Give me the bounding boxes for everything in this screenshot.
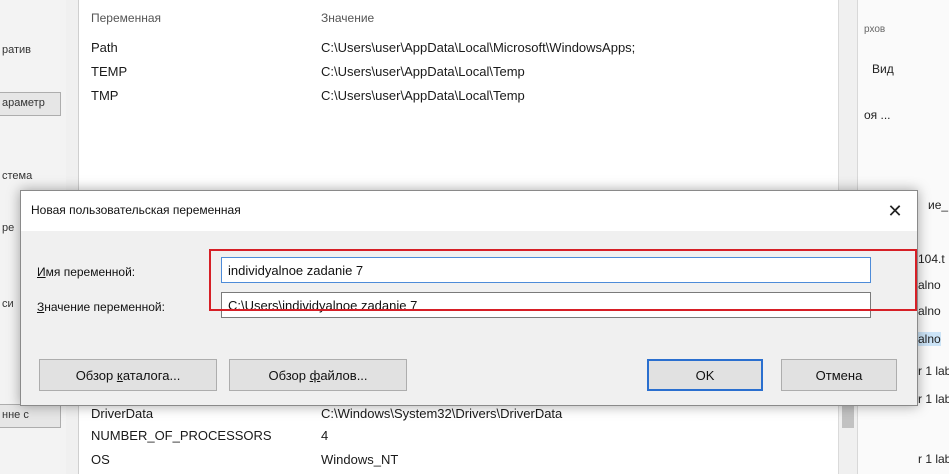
bg-left-button-fragment[interactable]: нне с (0, 404, 61, 428)
ok-button[interactable]: OK (647, 359, 763, 391)
bg-left-button-fragment[interactable]: араметр (0, 92, 61, 116)
column-header-variable[interactable]: Переменная (91, 8, 161, 28)
bg-right-fragment: ие_ (928, 198, 949, 212)
bg-right-fragment: оя ... (864, 108, 891, 122)
bg-right-fragment: r 1 labs (918, 452, 949, 466)
new-user-variable-dialog: Новая пользовательская переменная ✕ Имя … (20, 190, 918, 406)
close-icon[interactable]: ✕ (881, 197, 909, 225)
bg-right-fragment: alno (918, 332, 941, 346)
bg-left-fragment: ре (2, 222, 15, 234)
variable-value-input[interactable] (221, 292, 871, 318)
variable-name-input[interactable] (221, 257, 871, 283)
bg-left-fragment: стема (2, 170, 33, 182)
dialog-titlebar[interactable]: Новая пользовательская переменная ✕ (21, 191, 917, 231)
bg-right-fragment[interactable]: Вид (872, 62, 894, 76)
bg-right-fragment: r 1 labs (918, 392, 949, 406)
bg-right-fragment: рхов (864, 24, 886, 35)
bg-right-fragment: alno (918, 304, 941, 318)
bg-right-fragment: alno (918, 278, 941, 292)
bg-left-fragment: си (2, 298, 14, 310)
variable-value-label: Значение переменной: (37, 300, 165, 314)
dialog-title: Новая пользовательская переменная (31, 203, 241, 217)
cancel-button[interactable]: Отмена (781, 359, 897, 391)
column-header-value[interactable]: Значение (321, 8, 374, 28)
variable-name-label: Имя переменной: (37, 265, 136, 279)
browse-files-button[interactable]: Обзор файлов... (229, 359, 407, 391)
bg-right-fragment: 104.t (918, 252, 945, 266)
bg-left-fragment: ратив (2, 44, 32, 56)
bg-right-fragment: r 1 labs (918, 364, 949, 378)
browse-directory-button[interactable]: Обзор каталога... (39, 359, 217, 391)
